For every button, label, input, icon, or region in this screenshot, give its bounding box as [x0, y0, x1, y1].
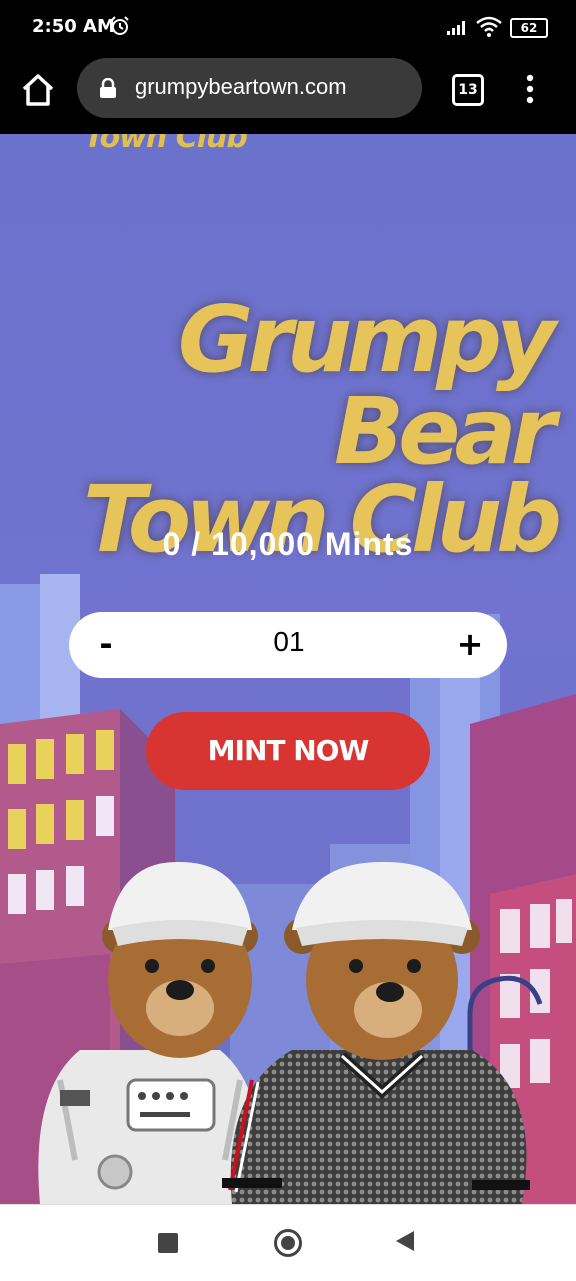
header-logo-fragment: Town Club — [84, 134, 248, 155]
back-icon[interactable] — [396, 1231, 414, 1251]
alarm-icon — [111, 16, 129, 35]
menu-icon[interactable] — [524, 74, 536, 104]
android-navigation-bar — [0, 1204, 576, 1281]
mint-counter: 0 / 10,000 Mints — [162, 526, 414, 562]
quantity-value: 01 — [273, 626, 305, 657]
status-bar: 2:50 AM 62 — [0, 0, 576, 56]
web-page: Town Club Grumpy Bear Town Club 0 / 10,0… — [0, 134, 576, 1204]
status-time: 2:50 AM — [32, 16, 115, 37]
decrement-button[interactable]: - — [91, 624, 121, 664]
lock-icon — [100, 78, 116, 98]
home-icon[interactable] — [20, 72, 56, 108]
tabs-icon[interactable]: 13 — [452, 74, 484, 106]
battery-icon: 62 — [510, 18, 548, 38]
bear-tracksuit-illustration — [222, 861, 530, 1204]
browser-toolbar: grumpybeartown.com 13 — [0, 56, 576, 134]
logo-line-1: Grumpy Bear — [177, 286, 556, 485]
nav-home-icon[interactable] — [274, 1229, 302, 1257]
recents-icon[interactable] — [158, 1233, 178, 1253]
signal-icon — [447, 21, 465, 35]
site-logo: Grumpy Bear Town Club — [26, 294, 562, 566]
wifi-icon — [476, 16, 502, 37]
mint-now-button[interactable]: MINT NOW — [146, 712, 430, 790]
address-bar[interactable]: grumpybeartown.com — [77, 58, 422, 118]
url-text: grumpybeartown.com — [135, 74, 347, 99]
increment-button[interactable]: + — [455, 624, 485, 664]
quantity-stepper: - 01 + — [69, 612, 507, 678]
